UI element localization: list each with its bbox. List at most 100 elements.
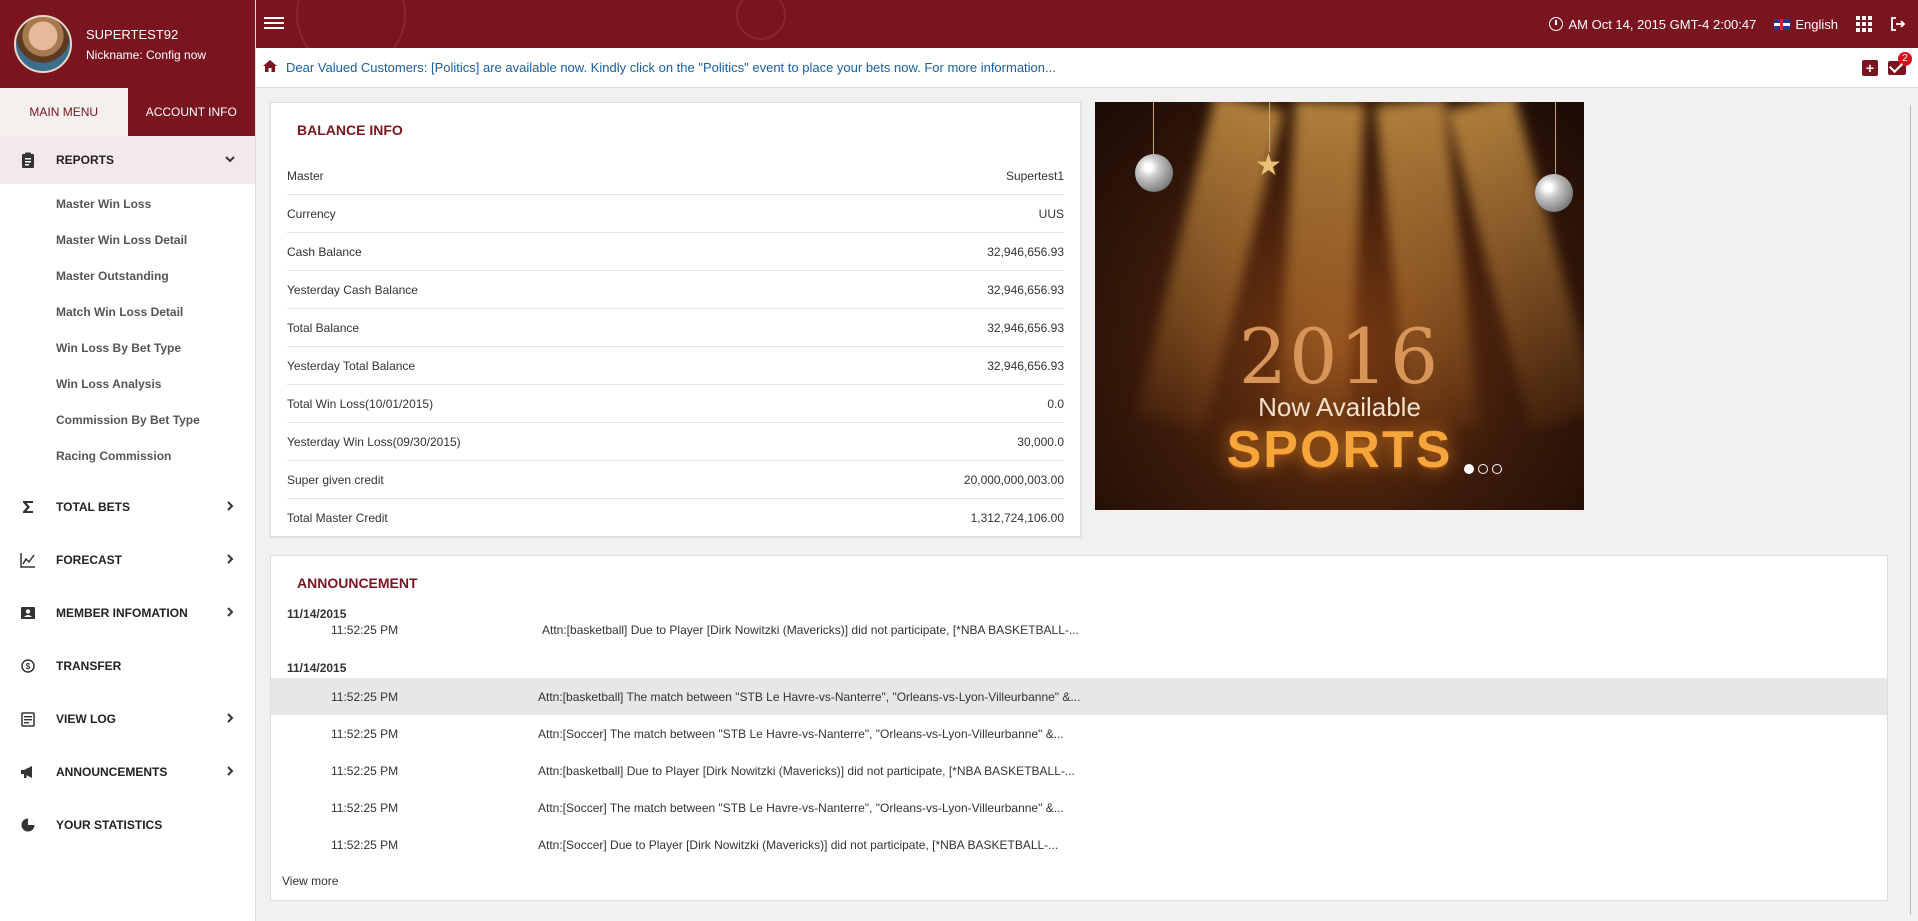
balance-label: Yesterday Total Balance <box>287 358 416 373</box>
star-ornament-icon: ★ <box>1255 149 1282 182</box>
carousel-indicators <box>1464 464 1506 474</box>
ornament-ball <box>1135 154 1173 192</box>
datetime: AM Oct 14, 2015 GMT-4 2:00:47 <box>1568 16 1757 32</box>
avatar[interactable] <box>14 15 72 73</box>
chevron-right-icon <box>225 500 235 514</box>
submenu-item-master-win-loss-detail[interactable]: Master Win Loss Detail <box>0 222 255 258</box>
balance-row: Cash Balance 32,946,656.93 <box>287 233 1064 271</box>
balance-row: Yesterday Total Balance 32,946,656.93 <box>287 347 1064 385</box>
nickname-link[interactable]: Nickname: Config now <box>86 48 206 62</box>
balance-label: Super given credit <box>287 472 384 487</box>
chevron-down-icon <box>225 153 235 167</box>
balance-label: Total Master Credit <box>287 511 388 525</box>
contact-card-icon <box>16 605 40 621</box>
balance-value: 32,946,656.93 <box>987 358 1064 373</box>
mail-count-badge: 2 <box>1898 52 1912 66</box>
sidebar: SUPERTEST92 Nickname: Config now MAIN ME… <box>0 0 256 921</box>
announcement-row[interactable]: 11:52:25 PM Attn:[basketball] The match … <box>271 678 1887 715</box>
submenu-item-master-win-loss[interactable]: Master Win Loss <box>0 186 255 222</box>
balance-value: 1,312,724,106.00 <box>970 511 1064 525</box>
announcement-row[interactable]: 11:52:25 PM Attn:[basketball] Due to Pla… <box>271 752 1887 789</box>
announcement-row[interactable]: 11:52:25 PM Attn:[Soccer] The match betw… <box>271 789 1887 826</box>
menu-item-forecast[interactable]: FORECAST <box>0 533 255 586</box>
announcement-row[interactable]: 11:52:25 PM Attn:[basketball] Due to Pla… <box>271 611 1887 648</box>
chevron-right-icon <box>225 712 235 726</box>
banner-headline: SPORTS <box>1226 421 1453 479</box>
ornament-string <box>1555 102 1556 177</box>
menu-label-total-bets: TOTAL BETS <box>56 499 131 514</box>
announcement-text: Attn:[basketball] Due to Player [Dirk No… <box>538 763 1075 778</box>
pie-chart-icon <box>16 817 40 833</box>
reports-submenu: Master Win Loss Master Win Loss Detail M… <box>0 184 255 480</box>
menu-item-total-bets[interactable]: TOTAL BETS <box>0 480 255 533</box>
submenu-item-win-loss-by-bet-type[interactable]: Win Loss By Bet Type <box>0 330 255 366</box>
hamburger-menu-icon[interactable] <box>264 14 284 34</box>
tab-main-menu[interactable]: MAIN MENU <box>0 88 128 136</box>
menu-label-announcements: ANNOUNCEMENTS <box>56 764 168 779</box>
balance-row: Total Balance 32,946,656.93 <box>287 309 1064 347</box>
news-ticker: Dear Valued Customers: [Politics] are av… <box>256 48 1918 88</box>
language-selector[interactable]: English <box>1774 17 1838 32</box>
announcement-row[interactable]: 11:52:25 PM Attn:[Soccer] The match betw… <box>271 715 1887 752</box>
ornament-ball <box>1535 174 1573 212</box>
transfer-icon: $ <box>16 658 40 674</box>
ornament-string <box>1269 102 1270 152</box>
clock-icon <box>1549 17 1564 31</box>
submenu-item-win-loss-analysis[interactable]: Win Loss Analysis <box>0 366 255 402</box>
balance-value: 20,000,000,003.00 <box>963 472 1064 487</box>
promo-banner-carousel[interactable]: ★ 2016 Now Available SPORTS <box>1095 102 1584 510</box>
add-icon[interactable]: + <box>1862 60 1878 76</box>
sidebar-tabs: MAIN MENU ACCOUNT INFO <box>0 88 255 136</box>
announcement-time: 11:52:25 PM <box>331 763 399 778</box>
mail-icon[interactable]: 2 <box>1888 52 1912 75</box>
chevron-right-icon <box>225 765 235 779</box>
clipboard-icon <box>16 152 40 168</box>
submenu-item-commission-by-bet-type[interactable]: Commission By Bet Type <box>0 402 255 438</box>
svg-text:$: $ <box>26 662 31 671</box>
balance-label: Total Balance <box>287 320 360 335</box>
submenu-item-racing-commission[interactable]: Racing Commission <box>0 438 255 474</box>
submenu-item-match-win-loss-detail[interactable]: Match Win Loss Detail <box>0 294 255 330</box>
username: SUPERTEST92 <box>86 26 179 42</box>
balance-value: UUS <box>1038 206 1064 221</box>
balance-label: Yesterday Cash Balance <box>287 282 418 297</box>
balance-row: Master Supertest1 <box>287 157 1064 195</box>
menu-label-member-information: MEMBER INFOMATION <box>56 605 188 620</box>
balance-row: Total Win Loss(10/01/2015) 0.0 <box>287 385 1064 423</box>
home-icon[interactable] <box>262 59 278 76</box>
view-more-link[interactable]: View more <box>282 874 338 888</box>
balance-label: Currency <box>287 206 336 221</box>
announcement-time: 11:52:25 PM <box>331 837 399 852</box>
balance-row: Yesterday Cash Balance 32,946,656.93 <box>287 271 1064 309</box>
balance-value: Supertest1 <box>1005 168 1064 183</box>
menu-item-transfer[interactable]: $ TRANSFER <box>0 639 255 692</box>
announcement-text: Attn:[Soccer] The match between "STB Le … <box>538 726 1064 741</box>
tab-account-info[interactable]: ACCOUNT INFO <box>127 88 255 136</box>
menu-label-transfer: TRANSFER <box>56 658 122 673</box>
chevron-right-icon <box>225 553 235 567</box>
balance-value: 32,946,656.93 <box>987 282 1064 297</box>
announcement-time: 11:52:25 PM <box>331 622 399 637</box>
menu-item-view-log[interactable]: VIEW LOG <box>0 692 255 745</box>
news-message[interactable]: Dear Valued Customers: [Politics] are av… <box>286 60 1056 75</box>
carousel-dot-3[interactable] <box>1492 464 1502 474</box>
menu-item-your-statistics[interactable]: YOUR STATISTICS <box>0 798 255 851</box>
balance-value: 0.0 <box>1047 396 1064 411</box>
megaphone-icon <box>16 764 40 780</box>
menu-item-member-information[interactable]: MEMBER INFOMATION <box>0 586 255 639</box>
carousel-dot-2[interactable] <box>1478 464 1488 474</box>
menu-label-your-statistics: YOUR STATISTICS <box>56 817 163 832</box>
announcement-row[interactable]: 11:52:25 PM Attn:[Soccer] Due to Player … <box>271 826 1887 863</box>
announcement-text: Attn:[basketball] The match between "STB… <box>538 689 1081 704</box>
balance-row: Super given credit 20,000,000,003.00 <box>287 461 1064 499</box>
apps-grid-icon[interactable] <box>1856 16 1872 32</box>
menu-item-reports[interactable]: REPORTS <box>0 136 255 184</box>
logout-icon[interactable] <box>1890 16 1906 32</box>
page-scrollbar[interactable] <box>1910 105 1916 915</box>
menu-item-announcements[interactable]: ANNOUNCEMENTS <box>0 745 255 798</box>
announcement-time: 11:52:25 PM <box>331 726 399 741</box>
carousel-dot-1[interactable] <box>1464 464 1474 474</box>
banner-tagline: Now Available <box>1258 392 1421 422</box>
submenu-item-master-outstanding[interactable]: Master Outstanding <box>0 258 255 294</box>
chevron-right-icon <box>225 606 235 620</box>
